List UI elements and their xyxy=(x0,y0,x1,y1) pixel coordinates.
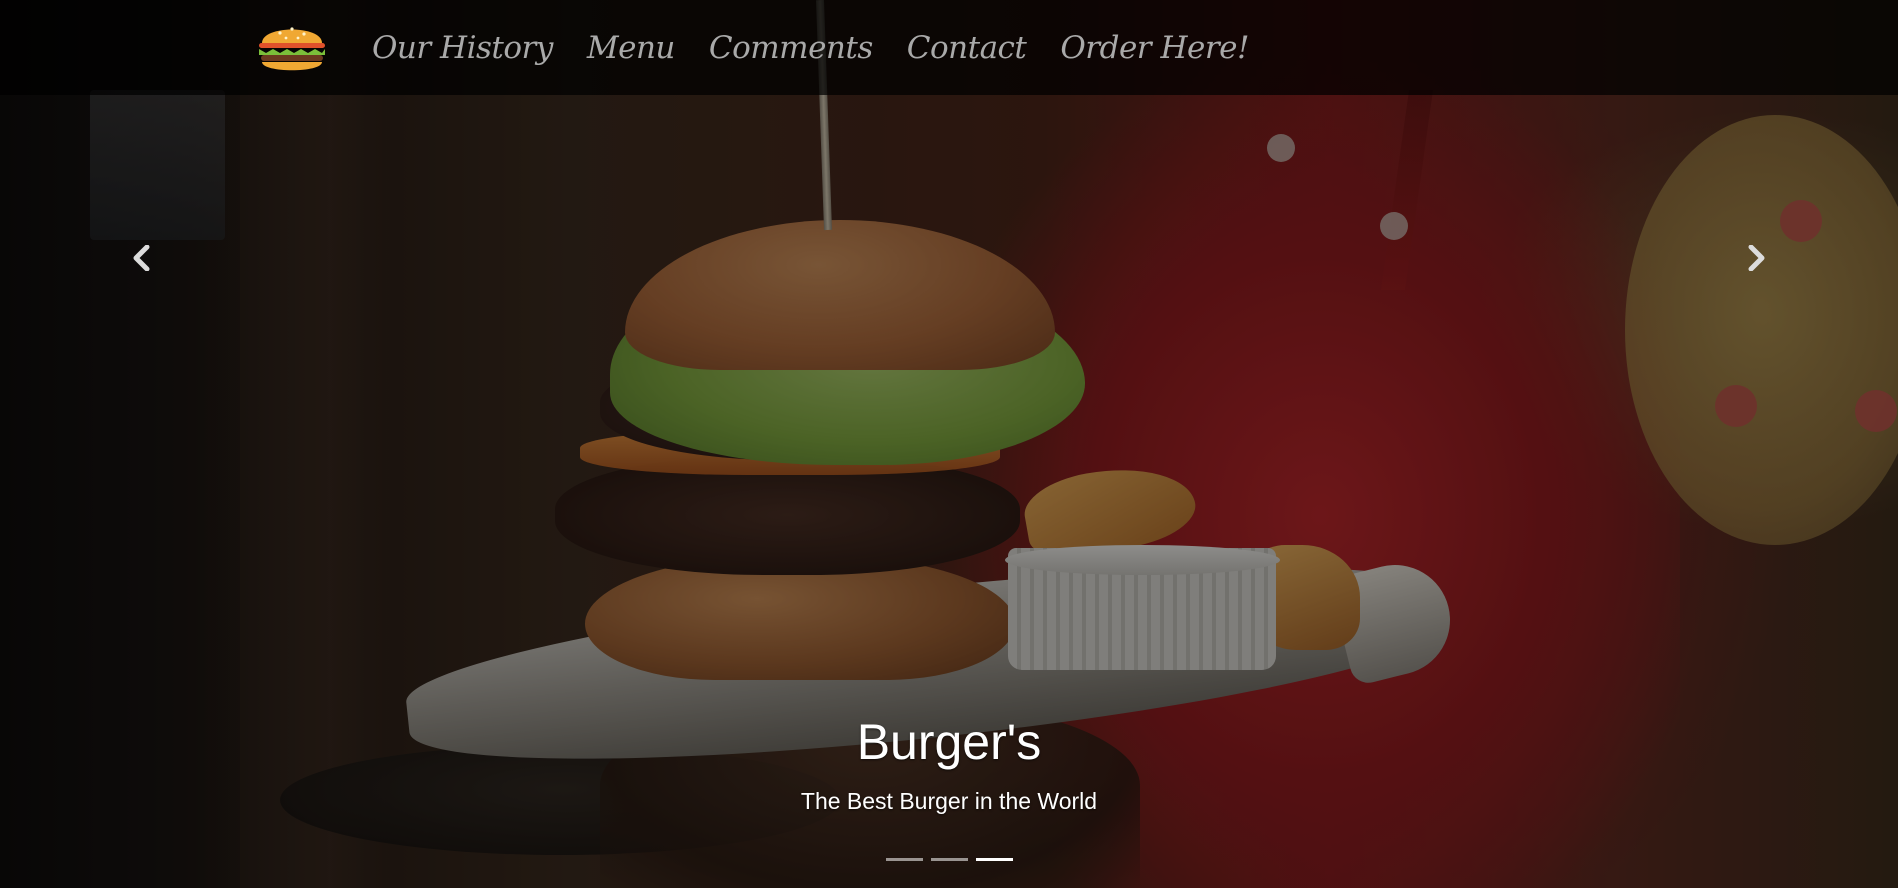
nav-item: Order Here! xyxy=(1060,30,1249,66)
nav-item: Menu xyxy=(587,30,676,66)
nav-item: Our History xyxy=(372,30,553,66)
carousel-indicator[interactable] xyxy=(885,852,923,867)
chevron-right-icon xyxy=(1748,245,1765,271)
nav-link-our-history[interactable]: Our History xyxy=(372,30,553,66)
carousel-caption: Burger's The Best Burger in the World xyxy=(0,710,1898,818)
nav-link-comments[interactable]: Comments xyxy=(709,30,873,66)
nav-item: Comments xyxy=(709,30,873,66)
carousel-indicator-bar xyxy=(885,858,923,861)
carousel-indicator-bar xyxy=(975,858,1013,861)
hero-carousel: Burger's The Best Burger in the World xyxy=(0,0,1898,888)
nav-link-menu[interactable]: Menu xyxy=(587,30,676,66)
top-navbar: Our History Menu Comments Contact Order Here… xyxy=(0,0,1898,95)
caption-text: The Best Burger in the World xyxy=(800,788,1098,814)
nav-link-contact[interactable]: Contact xyxy=(907,30,1027,66)
chevron-left-icon xyxy=(133,245,150,271)
carousel-next-button[interactable] xyxy=(1736,238,1776,278)
carousel-indicator[interactable] xyxy=(975,852,1013,867)
burger-logo-icon xyxy=(259,27,325,71)
caption-title: Burger's xyxy=(856,714,1042,770)
nav-links: Our History Menu Comments Contact Order Here… xyxy=(372,0,1249,95)
carousel-indicator[interactable] xyxy=(930,852,968,867)
nav-item: Contact xyxy=(907,30,1027,66)
carousel-prev-button[interactable] xyxy=(122,238,162,278)
carousel-indicator-bar xyxy=(930,858,968,861)
home-logo-link[interactable] xyxy=(256,15,328,79)
carousel-indicators xyxy=(0,852,1898,867)
nav-link-order-here[interactable]: Order Here! xyxy=(1060,30,1249,66)
